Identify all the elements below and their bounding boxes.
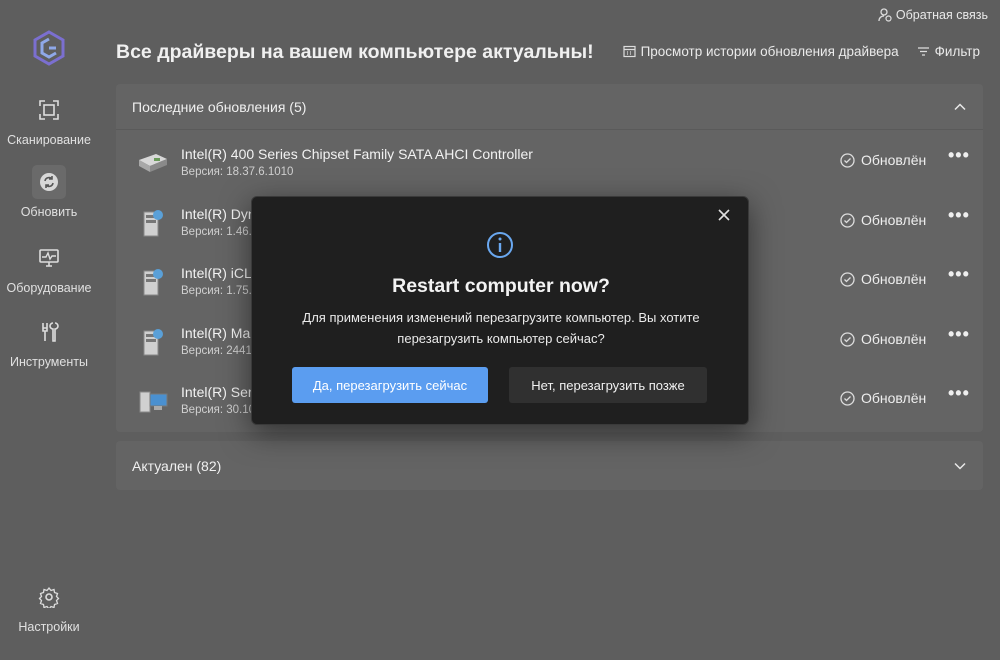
computer-device-icon <box>136 384 170 418</box>
up-to-date-panel: Актуален (82) <box>116 441 983 490</box>
device-name: Intel(R) Dyn <box>181 206 256 222</box>
info-icon <box>486 231 514 259</box>
status-badge: Обновлён <box>840 331 926 347</box>
restart-later-button[interactable]: Нет, перезагрузить позже <box>509 367 707 403</box>
status-badge: Обновлён <box>840 212 926 228</box>
check-circle-icon <box>840 152 855 168</box>
calendar-icon <box>622 45 636 58</box>
up-to-date-title: Актуален (82) <box>132 457 222 474</box>
more-options-icon[interactable]: ••• <box>948 264 970 285</box>
status-label: Обновлён <box>861 271 927 287</box>
sidebar-item-update[interactable]: Обновить <box>0 165 98 219</box>
system-device-icon <box>136 265 170 299</box>
page-title: Все драйверы на вашем компьютере актуаль… <box>116 41 594 63</box>
sidebar-item-label: Оборудование <box>6 281 92 295</box>
sidebar-item-label: Сканирование <box>7 133 91 147</box>
check-circle-icon <box>840 390 855 406</box>
recent-updates-header[interactable]: Последние обновления (5) <box>116 84 983 130</box>
app-logo-icon <box>31 30 67 66</box>
refresh-icon <box>32 165 66 199</box>
filter-button[interactable]: Фильтр <box>917 44 980 59</box>
user-feedback-icon <box>878 8 892 22</box>
filter-label: Фильтр <box>934 44 980 59</box>
more-options-icon[interactable]: ••• <box>948 145 970 166</box>
table-row: Intel(R) 400 Series Chipset Family SATA … <box>116 132 983 191</box>
device-version: Версия: 1.75. <box>181 285 252 297</box>
status-badge: Обновлён <box>840 271 926 287</box>
device-name: Intel(R) iCLS <box>181 265 262 281</box>
check-circle-icon <box>840 212 855 228</box>
status-label: Обновлён <box>861 152 927 168</box>
sidebar: Сканирование Обновить Оборудование Инстр… <box>0 0 98 660</box>
tools-icon <box>32 315 66 349</box>
filter-icon <box>917 47 929 56</box>
sidebar-item-scan[interactable]: Сканирование <box>0 93 98 147</box>
device-name: Intel(R) 400 Series Chipset Family SATA … <box>181 146 533 162</box>
status-label: Обновлён <box>861 331 927 347</box>
dialog-title: Restart computer now? <box>392 275 610 297</box>
sidebar-item-label: Инструменты <box>10 355 88 369</box>
history-button[interactable]: Просмотр истории обновления драйвера <box>622 44 899 59</box>
feedback-label: Обратная связь <box>895 8 988 22</box>
feedback-link[interactable]: Обратная связь <box>878 8 988 22</box>
dialog-message: Для применения изменений перезагрузите к… <box>302 310 700 346</box>
history-label: Просмотр истории обновления драйвера <box>640 44 899 59</box>
gear-icon <box>32 580 66 614</box>
sidebar-item-settings[interactable]: Настройки <box>0 580 98 634</box>
device-version: Версия: 30.10 <box>181 404 256 416</box>
device-version: Версия: 1.46. <box>181 226 252 238</box>
more-options-icon[interactable]: ••• <box>948 324 970 345</box>
device-name: Intel(R) Ma <box>181 325 251 341</box>
status-label: Обновлён <box>861 390 927 406</box>
chevron-down-icon[interactable] <box>953 459 967 473</box>
sidebar-item-label: Настройки <box>18 620 80 634</box>
sidebar-item-tools[interactable]: Инструменты <box>0 315 98 369</box>
system-device-icon <box>136 206 170 240</box>
restart-now-button[interactable]: Да, перезагрузить сейчас <box>292 367 488 403</box>
more-options-icon[interactable]: ••• <box>948 205 970 226</box>
disk-controller-icon <box>136 146 170 180</box>
check-circle-icon <box>840 331 855 347</box>
close-icon[interactable] <box>714 205 734 225</box>
up-to-date-header[interactable]: Актуален (82) <box>116 441 983 490</box>
more-options-icon[interactable]: ••• <box>948 383 970 404</box>
sidebar-item-hardware[interactable]: Оборудование <box>0 241 98 295</box>
hardware-monitor-icon <box>32 241 66 275</box>
toolbar: Просмотр истории обновления драйвера Фил… <box>622 44 980 59</box>
status-label: Обновлён <box>861 212 927 228</box>
chevron-up-icon[interactable] <box>953 100 967 114</box>
check-circle-icon <box>840 271 855 287</box>
scan-icon <box>32 93 66 127</box>
device-version: Версия: 18.37.6.1010 <box>181 166 294 178</box>
restart-dialog: Restart computer now? Для применения изм… <box>251 196 749 425</box>
device-version: Версия: 2441 <box>181 345 252 357</box>
status-badge: Обновлён <box>840 390 926 406</box>
device-name: Intel(R) Seri <box>181 384 256 400</box>
system-device-icon <box>136 325 170 359</box>
status-badge: Обновлён <box>840 152 926 168</box>
sidebar-item-label: Обновить <box>20 205 78 219</box>
recent-updates-title: Последние обновления (5) <box>132 98 307 115</box>
